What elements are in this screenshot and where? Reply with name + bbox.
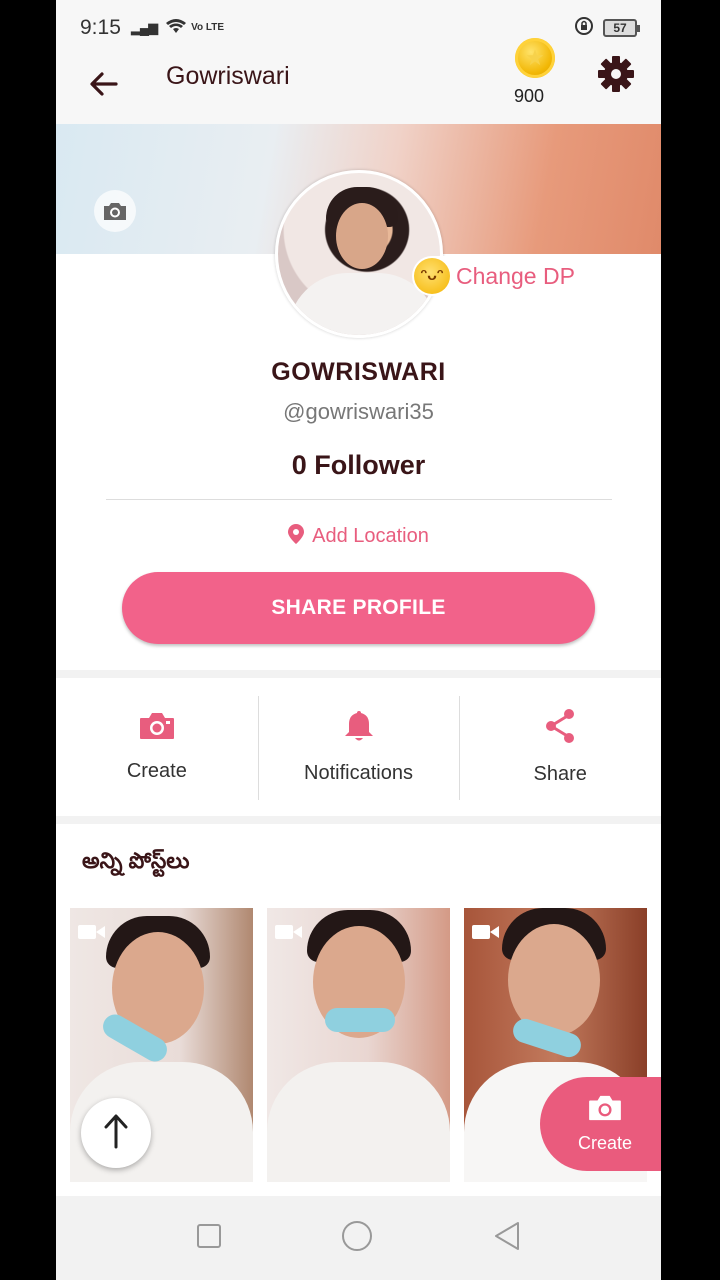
- camera-icon: [588, 1094, 622, 1127]
- user-handle: @gowriswari35: [283, 399, 434, 424]
- signal-icon: ▂▄▆: [130, 20, 158, 35]
- share-profile-button[interactable]: SHARE PROFILE: [122, 572, 595, 644]
- notifications-action[interactable]: Notifications: [257, 678, 460, 816]
- status-bar: 9:15 ▂▄▆ Vo LTE 57: [56, 0, 661, 56]
- share-action-label: Share: [533, 763, 587, 785]
- back-arrow-icon[interactable]: [86, 66, 122, 102]
- follower-count[interactable]: 0 Follower: [56, 450, 661, 481]
- create-action[interactable]: Create: [56, 678, 258, 816]
- video-icon: [472, 924, 500, 940]
- video-icon: [275, 924, 303, 940]
- volte-label: Vo LTE: [191, 22, 225, 33]
- page-title: Gowriswari: [166, 62, 290, 90]
- home-circle-icon[interactable]: [341, 1220, 373, 1257]
- status-time: 9:15: [80, 16, 121, 39]
- back-triangle-icon[interactable]: [493, 1221, 521, 1256]
- create-fab-label: Create: [577, 1133, 633, 1153]
- arrow-up-icon: [102, 1113, 130, 1154]
- change-dp-button[interactable]: ᵔᴗᵔ Change DP: [412, 256, 583, 296]
- coin-icon[interactable]: ★: [515, 38, 555, 78]
- avatar-face: [336, 203, 388, 269]
- action-row: Create Notifications Share: [56, 678, 661, 816]
- notifications-action-label: Notifications: [304, 762, 413, 784]
- gear-icon[interactable]: [596, 54, 636, 94]
- battery-indicator: 57: [603, 19, 640, 37]
- share-action[interactable]: Share: [459, 678, 661, 816]
- wifi-icon: [165, 18, 187, 39]
- coin-count: 900: [514, 86, 545, 106]
- avatar[interactable]: [275, 170, 443, 338]
- change-dp-label: Change DP: [456, 262, 575, 289]
- video-icon: [78, 924, 106, 940]
- display-name: GOWRISWARI: [271, 358, 446, 386]
- bell-icon: [344, 709, 374, 748]
- grin-emoji-icon: ᵔᴗᵔ: [414, 258, 450, 294]
- posts-title: అన్ని పోస్ట్‌లు: [82, 848, 190, 873]
- scroll-top-button[interactable]: [81, 1098, 151, 1168]
- camera-icon: [139, 711, 175, 746]
- app-bar: Gowriswari ★ 900: [56, 38, 661, 124]
- phone-screen: 9:15 ▂▄▆ Vo LTE 57 Gowriswari ★ 900 ᵔᴗᵔ …: [56, 0, 661, 1280]
- lock-rotation-icon: [575, 16, 593, 40]
- system-nav-bar: [56, 1196, 661, 1280]
- cover-camera-icon[interactable]: [94, 190, 136, 232]
- create-action-label: Create: [126, 760, 187, 782]
- add-location-label: Add Location: [312, 525, 429, 547]
- location-pin-icon: [288, 524, 305, 549]
- post-thumbnail[interactable]: [267, 908, 450, 1182]
- recents-square-icon[interactable]: [196, 1223, 222, 1254]
- share-icon: [544, 708, 576, 749]
- divider: [106, 499, 612, 500]
- create-fab[interactable]: Create: [540, 1077, 661, 1171]
- add-location-link[interactable]: Add Location: [56, 524, 661, 549]
